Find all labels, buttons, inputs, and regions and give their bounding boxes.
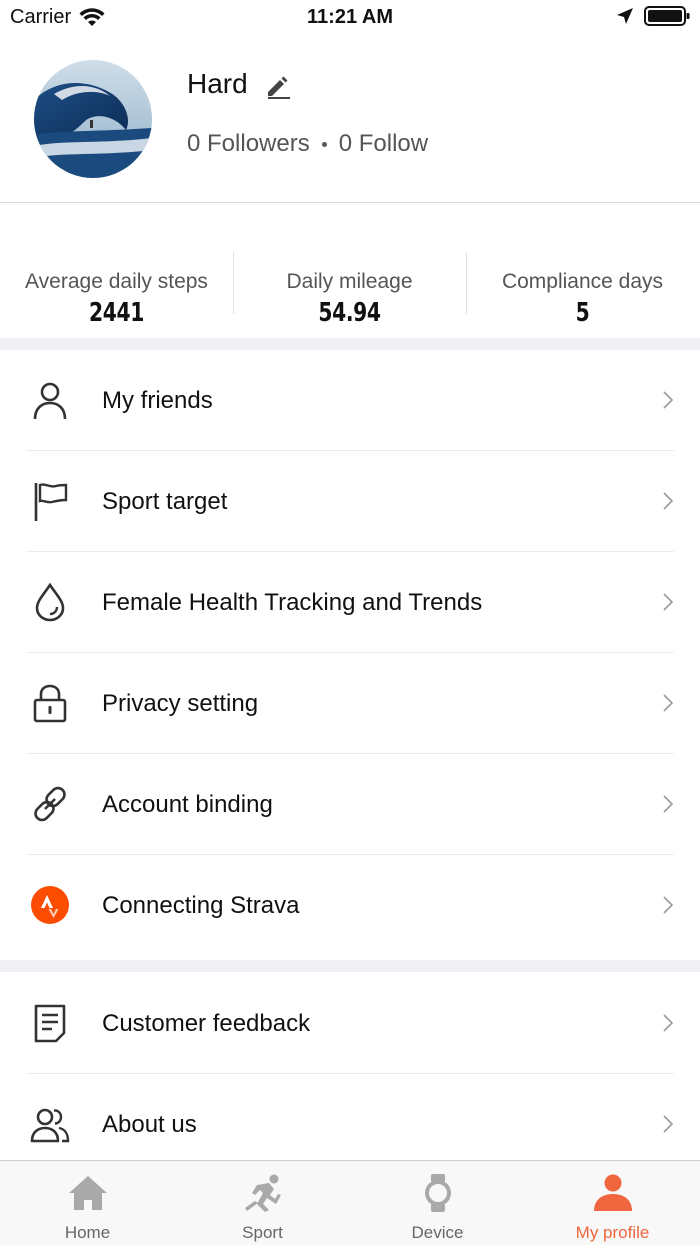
- avatar-wave-image: [34, 60, 152, 178]
- menu-item-customer-feedback[interactable]: Customer feedback: [0, 973, 700, 1074]
- tab-label: My profile: [575, 1223, 650, 1242]
- avatar[interactable]: [34, 60, 152, 178]
- menu-item-my-friends[interactable]: My friends: [0, 350, 700, 451]
- chevron-right-icon: [663, 593, 674, 611]
- status-bar: Carrier 11:21 AM: [0, 0, 700, 36]
- lock-icon: [33, 684, 67, 723]
- people-icon: [30, 1108, 70, 1143]
- tab-label: Home: [64, 1223, 111, 1242]
- person-icon: [33, 382, 67, 420]
- edit-pencil-icon[interactable]: [264, 72, 292, 100]
- tab-my-profile[interactable]: My profile: [525, 1161, 700, 1245]
- chevron-right-icon: [663, 1115, 674, 1133]
- tab-device[interactable]: Device: [350, 1161, 525, 1245]
- document-icon: [34, 1004, 66, 1043]
- battery-icon: [644, 6, 690, 26]
- menu-item-label: Account binding: [102, 790, 273, 818]
- stat-average-steps: Average daily steps 2441: [0, 250, 233, 336]
- stat-label: Daily mileage: [286, 270, 413, 293]
- section-gap: [0, 338, 700, 350]
- flag-icon: [34, 483, 68, 521]
- menu-item-account-binding[interactable]: Account binding: [0, 754, 700, 855]
- menu-item-label: Privacy setting: [102, 689, 259, 717]
- menu-item-label: My friends: [102, 386, 213, 414]
- menu-item-label: Connecting Strava: [102, 891, 300, 919]
- section-gap: [0, 960, 700, 972]
- profile-name: Hard: [187, 68, 248, 99]
- menu-item-label: Sport target: [102, 487, 228, 515]
- menu-item-privacy-setting[interactable]: Privacy setting: [0, 653, 700, 754]
- profile-icon: [593, 1174, 632, 1211]
- status-time: 11:21 AM: [307, 6, 393, 28]
- tab-sport[interactable]: Sport: [175, 1161, 350, 1245]
- chevron-right-icon: [663, 694, 674, 712]
- status-right: [616, 6, 690, 26]
- tab-label: Device: [411, 1223, 464, 1242]
- chevron-right-icon: [663, 391, 674, 409]
- menu-item-female-health[interactable]: Female Health Tracking and Trends: [0, 552, 700, 653]
- tab-label: Sport: [242, 1223, 283, 1242]
- follow-row: 0 Followers 0 Follow: [187, 130, 428, 158]
- follow-count[interactable]: 0 Follow: [339, 130, 428, 158]
- stat-daily-mileage: Daily mileage 54.94: [233, 250, 466, 336]
- menu-item-sport-target[interactable]: Sport target: [0, 451, 700, 552]
- menu-group-secondary: Customer feedback About us: [0, 973, 700, 1175]
- separator-dot: [321, 141, 327, 147]
- chevron-right-icon: [663, 1014, 674, 1032]
- home-icon: [68, 1176, 107, 1210]
- menu-item-label: Customer feedback: [102, 1009, 311, 1037]
- stat-compliance-days: Compliance days 5: [466, 250, 699, 336]
- location-arrow-icon: [617, 8, 633, 24]
- stats-row: Average daily steps 2441 Daily mileage 5…: [0, 250, 700, 336]
- strava-icon: [31, 886, 69, 924]
- stat-label: Compliance days: [501, 270, 664, 293]
- chevron-right-icon: [663, 896, 674, 914]
- stat-value: 2441: [89, 298, 144, 328]
- stat-value: 5: [575, 298, 590, 328]
- tab-home[interactable]: Home: [0, 1161, 175, 1245]
- menu-item-connecting-strava[interactable]: Connecting Strava: [0, 855, 700, 956]
- tab-bar: Home Sport Device My profile: [0, 1160, 700, 1245]
- profile-header: Hard 0 Followers 0 Follow: [0, 40, 700, 202]
- menu-item-label: About us: [102, 1110, 197, 1138]
- runner-icon: [244, 1174, 281, 1212]
- chevron-right-icon: [663, 795, 674, 813]
- header-divider: [0, 202, 700, 203]
- followers-count[interactable]: 0 Followers: [187, 130, 310, 158]
- stat-value: 54.94: [318, 298, 381, 328]
- watch-icon: [424, 1174, 451, 1212]
- drop-icon: [35, 582, 65, 622]
- stat-label: Average daily steps: [25, 270, 208, 293]
- link-icon: [34, 786, 66, 822]
- menu-item-label: Female Health Tracking and Trends: [102, 588, 483, 616]
- menu-group-main: My friends Sport target Female Health Tr…: [0, 350, 700, 956]
- chevron-right-icon: [663, 492, 674, 510]
